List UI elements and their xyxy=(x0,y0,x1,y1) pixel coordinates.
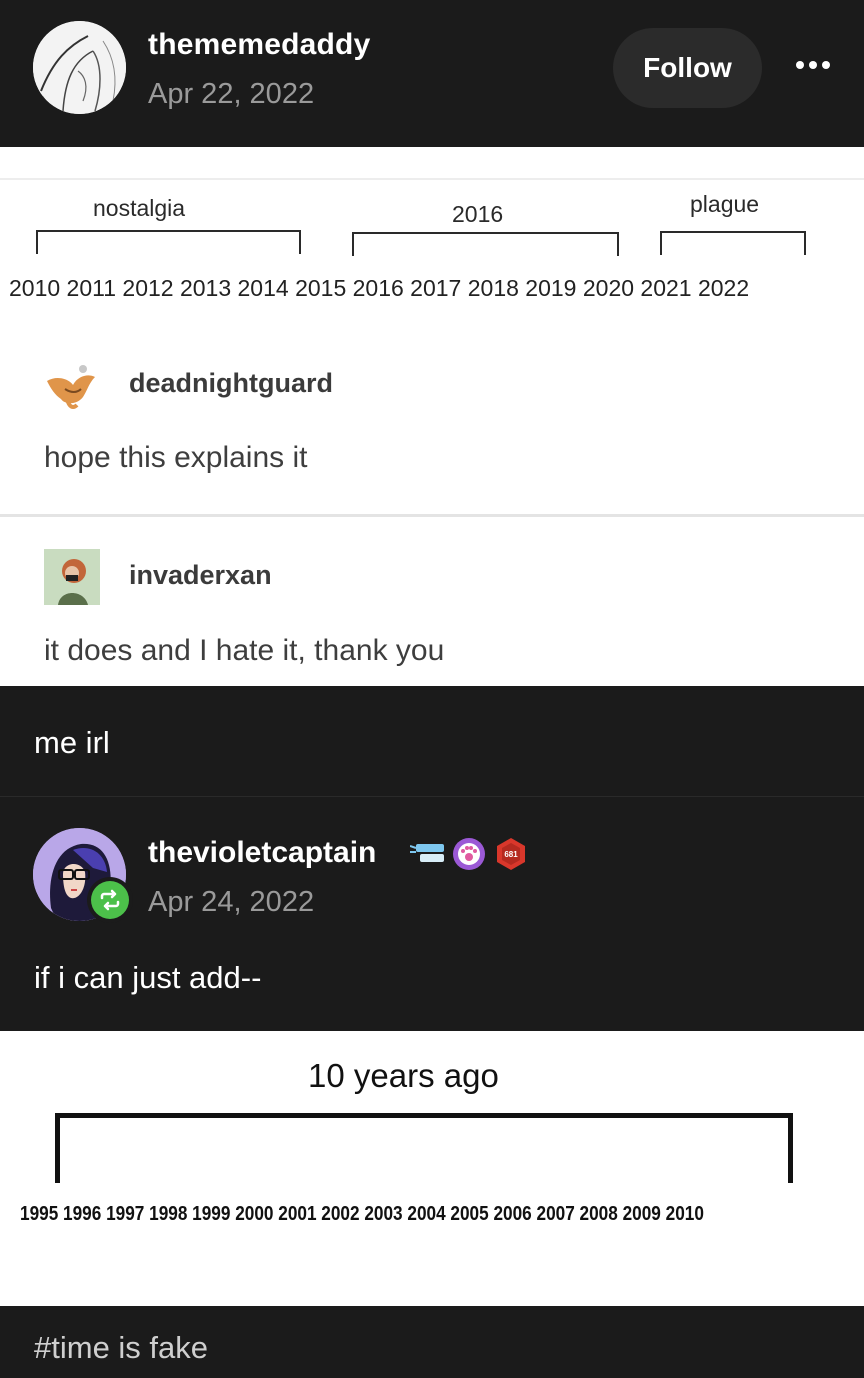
bracket-label: nostalgia xyxy=(93,195,186,221)
post-date[interactable]: Apr 22, 2022 xyxy=(148,78,314,111)
paw-badge-icon xyxy=(453,838,485,870)
reblog-badge xyxy=(87,877,133,923)
follow-button[interactable]: Follow xyxy=(613,28,762,108)
timeline-screenshot-2: 10 years ago 1995 1996 1997 1998 1999 20… xyxy=(0,1031,864,1306)
bracket xyxy=(660,231,806,255)
hexagon-badge-icon: 681 xyxy=(497,838,525,870)
reblog-date[interactable]: Apr 24, 2022 xyxy=(148,886,314,919)
teeth-badge-icon xyxy=(410,844,444,862)
bracket xyxy=(352,232,619,256)
comment-text: it does and I hate it, thank you xyxy=(44,634,445,667)
bracket xyxy=(36,230,301,254)
reblog-icon xyxy=(100,889,120,911)
post-author[interactable]: thememedaddy xyxy=(148,28,370,62)
divider xyxy=(0,514,864,517)
year-axis: 2010 2011 2012 2013 2014 2015 2016 2017 … xyxy=(9,275,750,301)
post-tag[interactable]: #time is fake xyxy=(34,1330,208,1366)
avatar[interactable] xyxy=(33,21,126,114)
comment-author: invaderxan xyxy=(129,560,272,590)
post-header: thememedaddy Apr 22, 2022 Follow xyxy=(0,0,864,147)
avatar-sketch-icon xyxy=(33,21,126,114)
user-badges[interactable]: 681 xyxy=(410,834,530,874)
more-dots-icon[interactable] xyxy=(795,55,831,75)
post-caption: me irl xyxy=(34,725,110,760)
timeline-screenshot-1: nostalgia 2016 plague 2010 2011 2012 201… xyxy=(0,147,864,686)
reblog-author[interactable]: thevioletcaptain xyxy=(148,836,376,870)
comment-text: hope this explains it xyxy=(44,441,308,474)
character-avatar-icon xyxy=(44,549,100,605)
bracket xyxy=(55,1113,793,1183)
divider xyxy=(0,178,864,180)
bracket-label: 10 years ago xyxy=(308,1057,499,1094)
bracket-label: 2016 xyxy=(452,201,504,227)
divider xyxy=(0,796,864,797)
comment-author: deadnightguard xyxy=(129,368,333,398)
fox-avatar-icon xyxy=(43,359,99,415)
hexagon-badge-number: 681 xyxy=(504,850,518,859)
year-axis: 1995 1996 1997 1998 1999 2000 2001 2002 … xyxy=(20,1203,704,1225)
reblog-text: if i can just add-- xyxy=(34,960,262,995)
bracket-label: plague xyxy=(690,191,760,217)
